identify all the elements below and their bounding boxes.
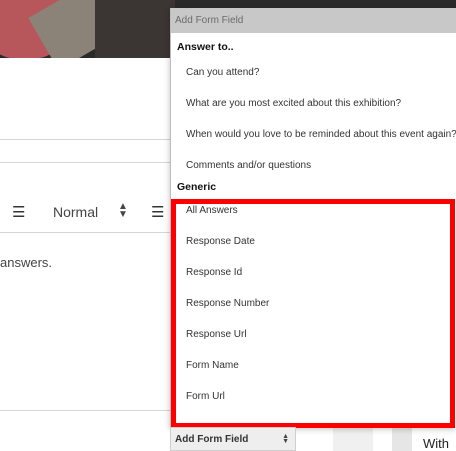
option-reminded[interactable]: When would you love to be reminded about… — [171, 129, 456, 140]
divider — [0, 410, 170, 411]
select-label: Add Form Field — [175, 434, 249, 445]
add-form-field-select[interactable]: Add Form Field ▲ ▼ — [170, 427, 296, 451]
background-block — [392, 428, 412, 451]
divider — [0, 162, 170, 163]
align-icon[interactable]: ☰ — [151, 203, 164, 221]
list-icon[interactable]: ☰ — [12, 203, 25, 221]
background-block — [333, 428, 373, 451]
format-select[interactable]: Normal — [53, 204, 98, 220]
chevron-updown-icon[interactable]: ▲ ▼ — [118, 202, 128, 220]
option-can-you-attend[interactable]: Can you attend? — [171, 67, 456, 78]
chevron-updown-icon: ▲ ▼ — [282, 433, 289, 445]
group-label-generic: Generic — [177, 181, 217, 193]
divider — [0, 232, 170, 233]
background-text: With C — [423, 436, 449, 451]
highlight-box — [171, 199, 455, 428]
dropdown-header: Add Form Field — [171, 8, 456, 33]
divider — [0, 139, 170, 140]
group-label-answer: Answer to.. — [177, 41, 234, 53]
option-most-excited[interactable]: What are you most excited about this exh… — [171, 98, 456, 109]
screen: ☰ Normal ▲▼ ☰ answers. With C Add Form F… — [0, 0, 456, 451]
option-comments[interactable]: Comments and/or questions — [171, 160, 456, 171]
editor-text[interactable]: answers. — [0, 255, 52, 270]
